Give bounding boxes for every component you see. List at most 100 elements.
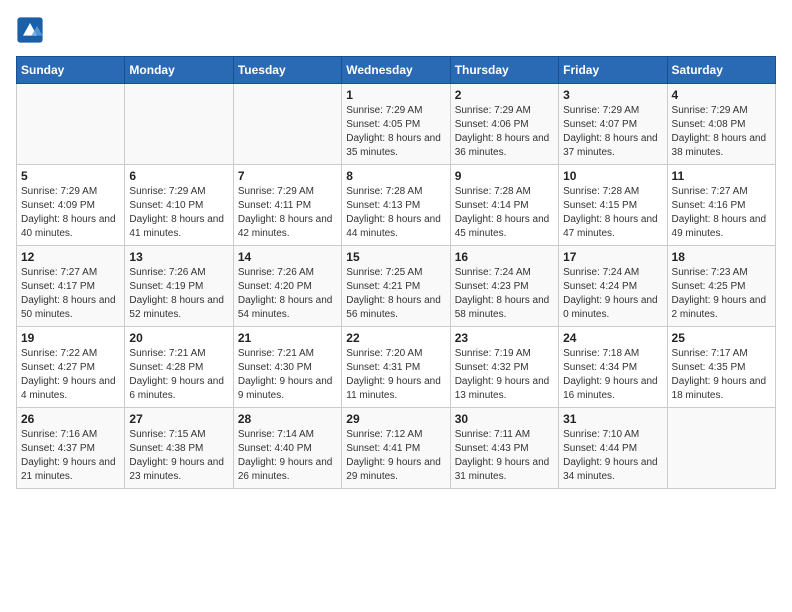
day-number: 22	[346, 331, 445, 345]
day-info: Sunrise: 7:28 AM Sunset: 4:13 PM Dayligh…	[346, 185, 445, 241]
calendar-cell: 26 Sunrise: 7:16 AM Sunset: 4:37 PM Dayli…	[17, 408, 125, 489]
week-row-5: 26 Sunrise: 7:16 AM Sunset: 4:37 PM Dayli…	[17, 408, 776, 489]
calendar-cell: 31Sunrise: 7:10 AM Sunset: 4:44 PM Dayli…	[559, 408, 667, 489]
day-number: 9	[455, 169, 554, 183]
day-info: Sunrise: 7:29 AM Sunset: 4:09 PM Dayligh…	[21, 185, 120, 241]
calendar-cell: 23 Sunrise: 7:19 AM Sunset: 4:32 PM Dayli…	[450, 327, 558, 408]
day-header-thursday: Thursday	[450, 57, 558, 84]
calendar-cell: 1 Sunrise: 7:29 AM Sunset: 4:05 PM Daylig…	[342, 84, 450, 165]
calendar-cell	[667, 408, 775, 489]
day-info: Sunrise: 7:20 AM Sunset: 4:31 PM Dayligh…	[346, 347, 445, 403]
day-info: Sunrise: 7:11 AM Sunset: 4:43 PM Dayligh…	[455, 428, 554, 484]
day-number: 18	[672, 250, 771, 264]
day-number: 31	[563, 412, 662, 426]
day-number: 28	[238, 412, 337, 426]
calendar-cell: 10 Sunrise: 7:28 AM Sunset: 4:15 PM Dayli…	[559, 165, 667, 246]
day-number: 5	[21, 169, 120, 183]
day-info: Sunrise: 7:26 AM Sunset: 4:19 PM Dayligh…	[129, 266, 228, 322]
calendar-cell: 11Sunrise: 7:27 AM Sunset: 4:16 PM Dayli…	[667, 165, 775, 246]
day-info: Sunrise: 7:29 AM Sunset: 4:07 PM Dayligh…	[563, 104, 662, 160]
day-number: 11	[672, 169, 771, 183]
calendar-cell: 8 Sunrise: 7:28 AM Sunset: 4:13 PM Daylig…	[342, 165, 450, 246]
calendar-cell: 16 Sunrise: 7:24 AM Sunset: 4:23 PM Dayli…	[450, 246, 558, 327]
day-info: Sunrise: 7:29 AM Sunset: 4:11 PM Dayligh…	[238, 185, 337, 241]
day-number: 17	[563, 250, 662, 264]
day-number: 13	[129, 250, 228, 264]
logo	[16, 16, 48, 44]
day-number: 12	[21, 250, 120, 264]
calendar-cell: 20 Sunrise: 7:21 AM Sunset: 4:28 PM Dayli…	[125, 327, 233, 408]
calendar-table: SundayMondayTuesdayWednesdayThursdayFrid…	[16, 56, 776, 489]
day-number: 6	[129, 169, 228, 183]
day-number: 1	[346, 88, 445, 102]
day-info: Sunrise: 7:23 AM Sunset: 4:25 PM Dayligh…	[672, 266, 771, 322]
day-number: 30	[455, 412, 554, 426]
day-number: 26	[21, 412, 120, 426]
day-header-monday: Monday	[125, 57, 233, 84]
calendar-cell: 19 Sunrise: 7:22 AM Sunset: 4:27 PM Dayli…	[17, 327, 125, 408]
day-info: Sunrise: 7:21 AM Sunset: 4:30 PM Dayligh…	[238, 347, 337, 403]
calendar-cell: 4Sunrise: 7:29 AM Sunset: 4:08 PM Daylig…	[667, 84, 775, 165]
week-row-1: 1 Sunrise: 7:29 AM Sunset: 4:05 PM Daylig…	[17, 84, 776, 165]
day-header-wednesday: Wednesday	[342, 57, 450, 84]
calendar-cell: 22 Sunrise: 7:20 AM Sunset: 4:31 PM Dayli…	[342, 327, 450, 408]
day-number: 27	[129, 412, 228, 426]
day-number: 10	[563, 169, 662, 183]
day-number: 2	[455, 88, 554, 102]
day-header-friday: Friday	[559, 57, 667, 84]
day-number: 25	[672, 331, 771, 345]
day-number: 19	[21, 331, 120, 345]
calendar-cell: 13 Sunrise: 7:26 AM Sunset: 4:19 PM Dayli…	[125, 246, 233, 327]
calendar-cell	[17, 84, 125, 165]
day-info: Sunrise: 7:29 AM Sunset: 4:05 PM Dayligh…	[346, 104, 445, 160]
day-info: Sunrise: 7:29 AM Sunset: 4:06 PM Dayligh…	[455, 104, 554, 160]
day-info: Sunrise: 7:21 AM Sunset: 4:28 PM Dayligh…	[129, 347, 228, 403]
day-info: Sunrise: 7:15 AM Sunset: 4:38 PM Dayligh…	[129, 428, 228, 484]
calendar-cell: 17Sunrise: 7:24 AM Sunset: 4:24 PM Dayli…	[559, 246, 667, 327]
week-row-2: 5 Sunrise: 7:29 AM Sunset: 4:09 PM Daylig…	[17, 165, 776, 246]
day-number: 20	[129, 331, 228, 345]
calendar-cell: 2 Sunrise: 7:29 AM Sunset: 4:06 PM Daylig…	[450, 84, 558, 165]
day-info: Sunrise: 7:12 AM Sunset: 4:41 PM Dayligh…	[346, 428, 445, 484]
day-info: Sunrise: 7:26 AM Sunset: 4:20 PM Dayligh…	[238, 266, 337, 322]
calendar-cell: 27 Sunrise: 7:15 AM Sunset: 4:38 PM Dayli…	[125, 408, 233, 489]
day-info: Sunrise: 7:24 AM Sunset: 4:23 PM Dayligh…	[455, 266, 554, 322]
day-info: Sunrise: 7:17 AM Sunset: 4:35 PM Dayligh…	[672, 347, 771, 403]
calendar-cell: 12 Sunrise: 7:27 AM Sunset: 4:17 PM Dayli…	[17, 246, 125, 327]
day-info: Sunrise: 7:27 AM Sunset: 4:17 PM Dayligh…	[21, 266, 120, 322]
day-number: 16	[455, 250, 554, 264]
calendar-cell: 25 Sunrise: 7:17 AM Sunset: 4:35 PM Dayli…	[667, 327, 775, 408]
day-info: Sunrise: 7:29 AM Sunset: 4:08 PM Dayligh…	[672, 104, 771, 160]
day-number: 29	[346, 412, 445, 426]
calendar-cell: 18 Sunrise: 7:23 AM Sunset: 4:25 PM Dayli…	[667, 246, 775, 327]
day-info: Sunrise: 7:22 AM Sunset: 4:27 PM Dayligh…	[21, 347, 120, 403]
day-number: 7	[238, 169, 337, 183]
day-info: Sunrise: 7:19 AM Sunset: 4:32 PM Dayligh…	[455, 347, 554, 403]
calendar-cell	[233, 84, 341, 165]
calendar-cell: 3 Sunrise: 7:29 AM Sunset: 4:07 PM Daylig…	[559, 84, 667, 165]
calendar-cell: 14 Sunrise: 7:26 AM Sunset: 4:20 PM Dayli…	[233, 246, 341, 327]
day-number: 3	[563, 88, 662, 102]
day-number: 15	[346, 250, 445, 264]
day-number: 24	[563, 331, 662, 345]
day-number: 14	[238, 250, 337, 264]
day-number: 8	[346, 169, 445, 183]
day-info: Sunrise: 7:28 AM Sunset: 4:15 PM Dayligh…	[563, 185, 662, 241]
day-number: 23	[455, 331, 554, 345]
calendar-cell: 6Sunrise: 7:29 AM Sunset: 4:10 PM Daylig…	[125, 165, 233, 246]
week-row-4: 19 Sunrise: 7:22 AM Sunset: 4:27 PM Dayli…	[17, 327, 776, 408]
day-info: Sunrise: 7:28 AM Sunset: 4:14 PM Dayligh…	[455, 185, 554, 241]
calendar-cell	[125, 84, 233, 165]
day-info: Sunrise: 7:25 AM Sunset: 4:21 PM Dayligh…	[346, 266, 445, 322]
calendar-cell: 24 Sunrise: 7:18 AM Sunset: 4:34 PM Dayli…	[559, 327, 667, 408]
calendar-cell: 7 Sunrise: 7:29 AM Sunset: 4:11 PM Daylig…	[233, 165, 341, 246]
calendar-cell: 5 Sunrise: 7:29 AM Sunset: 4:09 PM Daylig…	[17, 165, 125, 246]
calendar-cell: 9 Sunrise: 7:28 AM Sunset: 4:14 PM Daylig…	[450, 165, 558, 246]
calendar-cell: 28Sunrise: 7:14 AM Sunset: 4:40 PM Dayli…	[233, 408, 341, 489]
day-info: Sunrise: 7:16 AM Sunset: 4:37 PM Dayligh…	[21, 428, 120, 484]
day-info: Sunrise: 7:18 AM Sunset: 4:34 PM Dayligh…	[563, 347, 662, 403]
logo-icon	[16, 16, 44, 44]
day-header-tuesday: Tuesday	[233, 57, 341, 84]
page-header	[16, 16, 776, 44]
calendar-cell: 21Sunrise: 7:21 AM Sunset: 4:30 PM Dayli…	[233, 327, 341, 408]
